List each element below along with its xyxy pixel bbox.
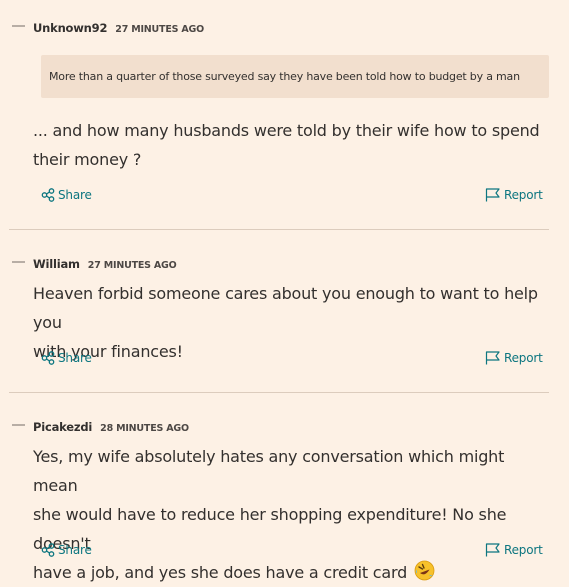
comment-body: ... and how many husbands were told by t… xyxy=(33,116,553,174)
comment-timestamp: 28 MINUTES AGO xyxy=(100,423,189,434)
flag-icon xyxy=(485,351,500,365)
comment-body: Yes, my wife absolutely hates any conver… xyxy=(33,442,553,587)
comment-line: Yes, my wife absolutely hates any conver… xyxy=(33,447,505,495)
comment-line: she would have to reduce her shopping ex… xyxy=(33,505,507,553)
share-label: Share xyxy=(58,351,92,365)
rolling-laughing-emoji-icon xyxy=(414,560,435,581)
share-label: Share xyxy=(58,188,92,202)
report-label: Report xyxy=(504,543,543,557)
comment-line: their money ? xyxy=(33,150,142,169)
report-label: Report xyxy=(504,188,543,202)
comment-timestamp: 27 MINUTES AGO xyxy=(87,260,177,271)
comment-line: with your finances! xyxy=(33,342,183,361)
share-label: Share xyxy=(58,543,92,557)
comment-meta: Unknown92 27 MINUTES AGO xyxy=(33,21,204,35)
share-button[interactable]: Share xyxy=(41,351,92,365)
comment-divider xyxy=(9,392,549,393)
report-button[interactable]: Report xyxy=(485,188,543,202)
collapse-icon[interactable] xyxy=(12,261,25,263)
flag-icon xyxy=(485,543,500,557)
comment-body: Heaven forbid someone cares about you en… xyxy=(33,279,553,366)
comment-author[interactable]: Unknown92 xyxy=(33,21,107,35)
quoted-text: More than a quarter of those surveyed sa… xyxy=(41,55,549,98)
report-button[interactable]: Report xyxy=(485,543,543,557)
report-button[interactable]: Report xyxy=(485,351,543,365)
flag-icon xyxy=(485,188,500,202)
collapse-icon[interactable] xyxy=(12,424,25,426)
share-icon xyxy=(41,188,55,202)
share-button[interactable]: Share xyxy=(41,188,92,202)
comment-divider xyxy=(9,229,549,230)
comment-line: Heaven forbid someone cares about you en… xyxy=(33,284,538,332)
comment-author[interactable]: Picakezdi xyxy=(33,420,92,434)
share-icon xyxy=(41,351,55,365)
collapse-icon[interactable] xyxy=(12,25,25,27)
comment-meta: William 27 MINUTES AGO xyxy=(33,257,177,271)
share-button[interactable]: Share xyxy=(41,543,92,557)
comment-author[interactable]: William xyxy=(33,257,80,271)
comment-timestamp: 27 MINUTES AGO xyxy=(115,24,205,35)
report-label: Report xyxy=(504,351,543,365)
comment-meta: Picakezdi 28 MINUTES AGO xyxy=(33,420,189,434)
comment-line: ... and how many husbands were told by t… xyxy=(33,121,540,140)
comment-line-text: have a job, and yes she does have a cred… xyxy=(33,563,408,582)
share-icon xyxy=(41,543,55,557)
comment-line: have a job, and yes she does have a cred… xyxy=(33,558,553,587)
